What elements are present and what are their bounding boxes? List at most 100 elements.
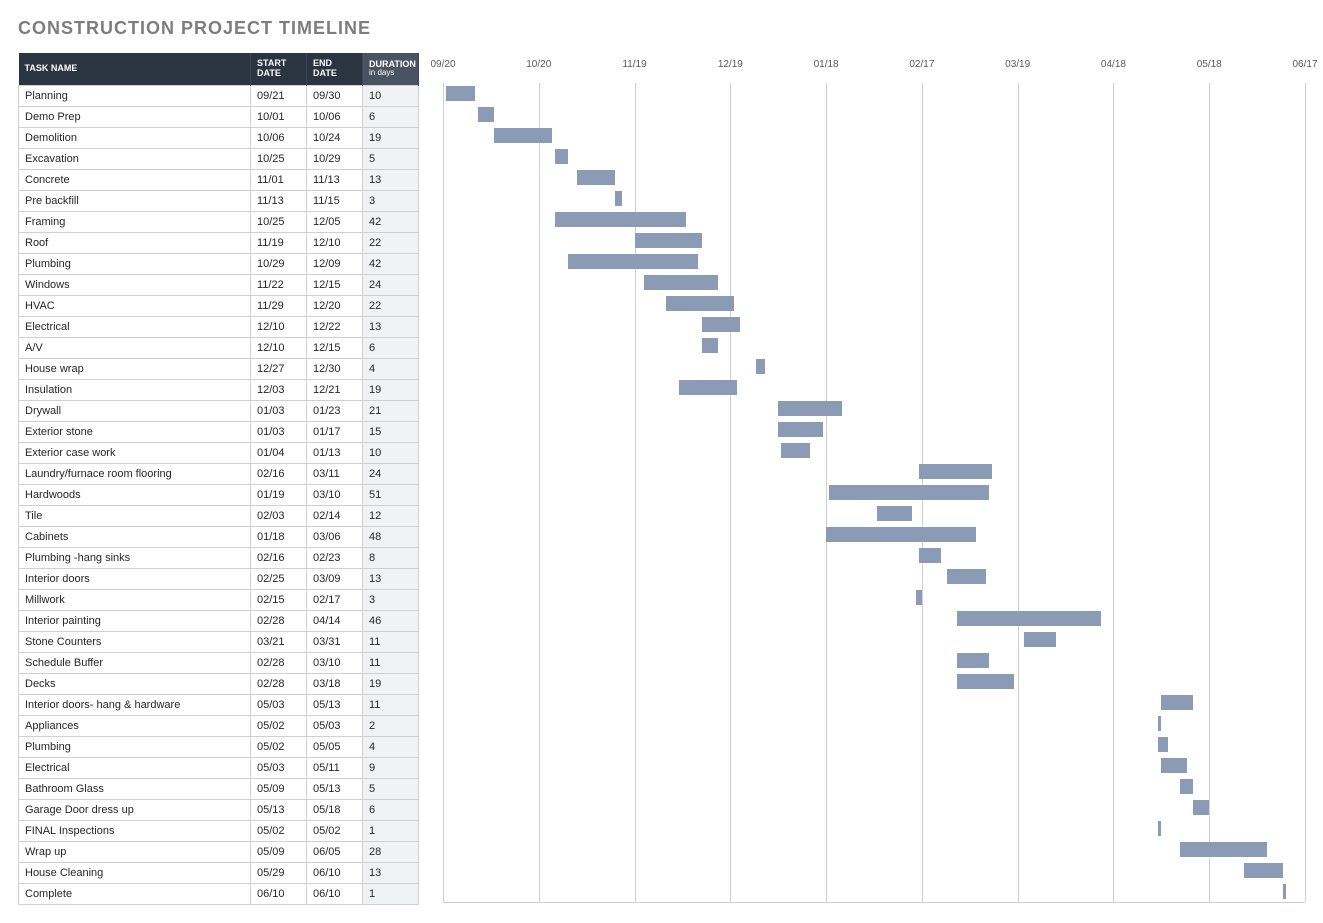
cell-task-name: House Cleaning bbox=[19, 862, 251, 883]
gantt-row bbox=[443, 335, 1305, 356]
table-row: Wrap up05/0906/0528 bbox=[19, 841, 419, 862]
cell-task-name: Laundry/furnace room flooring bbox=[19, 463, 251, 484]
cell-duration: 1 bbox=[363, 883, 419, 904]
cell-task-name: Roof bbox=[19, 232, 251, 253]
gantt-row bbox=[443, 314, 1305, 335]
gantt-row bbox=[443, 440, 1305, 461]
cell-task-name: Concrete bbox=[19, 169, 251, 190]
gantt-bar bbox=[1244, 863, 1282, 878]
cell-start-date: 11/29 bbox=[251, 295, 307, 316]
table-row: Plumbing -hang sinks02/1602/238 bbox=[19, 547, 419, 568]
cell-end-date: 03/11 bbox=[307, 463, 363, 484]
cell-start-date: 02/25 bbox=[251, 568, 307, 589]
gantt-bar bbox=[568, 254, 699, 269]
cell-end-date: 05/11 bbox=[307, 757, 363, 778]
cell-start-date: 10/01 bbox=[251, 106, 307, 127]
cell-start-date: 12/27 bbox=[251, 358, 307, 379]
cell-task-name: Drywall bbox=[19, 400, 251, 421]
cell-duration: 28 bbox=[363, 841, 419, 862]
cell-duration: 11 bbox=[363, 652, 419, 673]
table-row: Exterior case work01/0401/1310 bbox=[19, 442, 419, 463]
gantt-bar bbox=[919, 548, 941, 563]
gantt-row bbox=[443, 671, 1305, 692]
table-row: Insulation12/0312/2119 bbox=[19, 379, 419, 400]
table-row: Demolition10/0610/2419 bbox=[19, 127, 419, 148]
gantt-row bbox=[443, 608, 1305, 629]
cell-start-date: 10/29 bbox=[251, 253, 307, 274]
cell-task-name: Cabinets bbox=[19, 526, 251, 547]
cell-duration: 22 bbox=[363, 295, 419, 316]
table-row: A/V12/1012/156 bbox=[19, 337, 419, 358]
cell-task-name: Demo Prep bbox=[19, 106, 251, 127]
cell-start-date: 11/01 bbox=[251, 169, 307, 190]
cell-end-date: 02/14 bbox=[307, 505, 363, 526]
table-row: Pre backfill11/1311/153 bbox=[19, 190, 419, 211]
cell-task-name: Hardwoods bbox=[19, 484, 251, 505]
col-header-duration-label: DURATION bbox=[369, 59, 416, 69]
cell-start-date: 05/13 bbox=[251, 799, 307, 820]
table-row: Exterior stone01/0301/1715 bbox=[19, 421, 419, 442]
cell-start-date: 05/29 bbox=[251, 862, 307, 883]
table-row: Interior painting02/2804/1446 bbox=[19, 610, 419, 631]
gantt-bar bbox=[778, 401, 842, 416]
gantt-row bbox=[443, 881, 1305, 902]
gantt-row bbox=[443, 797, 1305, 818]
gantt-bar bbox=[1158, 821, 1161, 836]
gantt-row bbox=[443, 272, 1305, 293]
gantt-bar bbox=[679, 380, 736, 395]
cell-end-date: 05/03 bbox=[307, 715, 363, 736]
col-header-end: END DATE bbox=[307, 53, 363, 85]
gantt-row bbox=[443, 461, 1305, 482]
table-header-row: TASK NAME START DATE END DATE DURATION i… bbox=[19, 53, 419, 85]
table-row: Plumbing10/2912/0942 bbox=[19, 253, 419, 274]
col-header-duration-sub: in days bbox=[369, 69, 412, 78]
cell-task-name: Schedule Buffer bbox=[19, 652, 251, 673]
cell-end-date: 06/10 bbox=[307, 883, 363, 904]
gantt-bar bbox=[957, 653, 989, 668]
cell-task-name: Wrap up bbox=[19, 841, 251, 862]
cell-duration: 48 bbox=[363, 526, 419, 547]
gantt-bar bbox=[494, 128, 551, 143]
gantt-row bbox=[443, 818, 1305, 839]
cell-end-date: 10/29 bbox=[307, 148, 363, 169]
gantt-row bbox=[443, 83, 1305, 104]
table-row: Stone Counters03/2103/3111 bbox=[19, 631, 419, 652]
cell-end-date: 03/09 bbox=[307, 568, 363, 589]
cell-end-date: 10/24 bbox=[307, 127, 363, 148]
cell-task-name: Garage Door dress up bbox=[19, 799, 251, 820]
cell-duration: 3 bbox=[363, 589, 419, 610]
gantt-bar bbox=[1193, 800, 1209, 815]
cell-start-date: 12/10 bbox=[251, 337, 307, 358]
gantt-x-axis: 09/2010/2011/1912/1901/1802/1703/1904/18… bbox=[443, 53, 1305, 83]
gantt-bar bbox=[829, 485, 989, 500]
table-row: Complete06/1006/101 bbox=[19, 883, 419, 904]
gantt-row bbox=[443, 545, 1305, 566]
cell-start-date: 12/03 bbox=[251, 379, 307, 400]
gantt-bar bbox=[826, 527, 976, 542]
cell-duration: 13 bbox=[363, 169, 419, 190]
cell-duration: 24 bbox=[363, 463, 419, 484]
cell-duration: 1 bbox=[363, 820, 419, 841]
cell-task-name: Bathroom Glass bbox=[19, 778, 251, 799]
cell-start-date: 10/06 bbox=[251, 127, 307, 148]
cell-task-name: Millwork bbox=[19, 589, 251, 610]
gantt-bar bbox=[478, 107, 494, 122]
gantt-bar bbox=[615, 191, 621, 206]
cell-task-name: Plumbing bbox=[19, 253, 251, 274]
cell-end-date: 01/13 bbox=[307, 442, 363, 463]
cell-duration: 11 bbox=[363, 694, 419, 715]
table-row: Bathroom Glass05/0905/135 bbox=[19, 778, 419, 799]
cell-end-date: 04/14 bbox=[307, 610, 363, 631]
cell-start-date: 10/25 bbox=[251, 211, 307, 232]
gantt-row bbox=[443, 146, 1305, 167]
gantt-bar bbox=[919, 464, 992, 479]
cell-task-name: Electrical bbox=[19, 316, 251, 337]
table-row: Schedule Buffer02/2803/1011 bbox=[19, 652, 419, 673]
col-header-start: START DATE bbox=[251, 53, 307, 85]
gantt-row bbox=[443, 860, 1305, 881]
cell-end-date: 12/21 bbox=[307, 379, 363, 400]
gantt-row bbox=[443, 188, 1305, 209]
gantt-bar bbox=[781, 443, 810, 458]
cell-start-date: 02/28 bbox=[251, 610, 307, 631]
cell-end-date: 01/17 bbox=[307, 421, 363, 442]
